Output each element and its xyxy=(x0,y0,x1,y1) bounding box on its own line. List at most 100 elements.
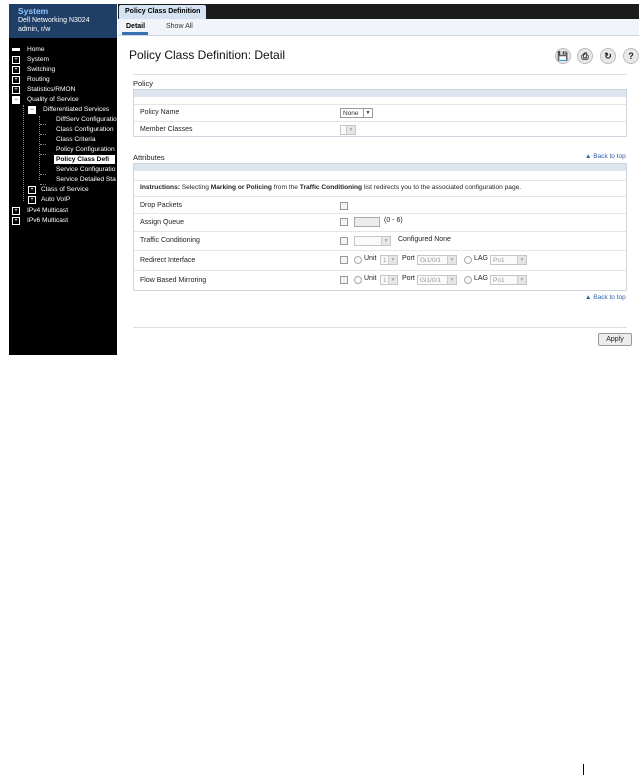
mirroring-port-select[interactable]: Gi1/0/1 ▼ xyxy=(417,275,457,285)
plus-icon: + xyxy=(12,86,20,94)
tree-connector xyxy=(40,124,46,125)
assign-queue-row: Assign Queue (0 - 6) xyxy=(134,213,626,231)
system-header: System Dell Networking N3024 admin, r/w xyxy=(9,4,117,38)
sidebar-item-diffserv-config[interactable]: DiffServ Configuratio xyxy=(56,115,117,124)
tree-connector xyxy=(40,174,46,175)
tree-connector xyxy=(40,144,46,145)
policy-name-label: Policy Name xyxy=(140,109,180,116)
member-classes-select[interactable]: ▼ xyxy=(340,125,356,135)
plus-icon: + xyxy=(12,207,20,215)
tab-policy-class-definition[interactable]: Policy Class Definition xyxy=(119,5,207,19)
chevron-down-icon: ▼ xyxy=(388,256,397,264)
print-icon[interactable]: ⎙ xyxy=(577,48,593,64)
attributes-panel: Instructions: Selecting Marking or Polic… xyxy=(133,163,627,291)
traffic-conditioning-checkbox[interactable] xyxy=(340,237,348,245)
port-label: Port xyxy=(402,275,415,282)
home-icon xyxy=(12,48,20,51)
chevron-down-icon: ▼ xyxy=(517,276,526,284)
redirect-lag-select[interactable]: Po1 ▼ xyxy=(490,255,527,265)
page-edge-mark xyxy=(583,764,584,775)
redirect-unit-port-radio[interactable] xyxy=(354,256,362,264)
policy-section-title: Policy xyxy=(133,79,154,88)
plus-icon: + xyxy=(12,76,20,84)
chevron-down-icon: ▼ xyxy=(381,237,390,245)
plus-icon: + xyxy=(12,66,20,74)
sidebar-item-ipv4-multicast[interactable]: + IPv4 Multicast xyxy=(9,206,117,215)
sidebar-item-diffserv[interactable]: − Differentiated Services xyxy=(25,105,117,114)
sidebar-item-qos[interactable]: − Quality of Service xyxy=(9,95,117,104)
mirroring-checkbox[interactable] xyxy=(340,276,348,284)
tree-connector xyxy=(40,134,46,135)
traffic-conditioning-select[interactable]: ▼ xyxy=(354,236,391,246)
assign-queue-label: Assign Queue xyxy=(140,219,184,226)
mirroring-lag-radio[interactable] xyxy=(464,276,472,284)
divider xyxy=(133,74,627,75)
sidebar-item-routing[interactable]: + Routing xyxy=(9,75,117,84)
user-access: admin, r/w xyxy=(18,26,51,33)
unit-label: Unit xyxy=(364,255,377,262)
redirect-interface-label: Redirect Interface xyxy=(140,257,196,264)
member-classes-row: Member Classes ▼ xyxy=(134,121,626,137)
sidebar-item-policy-class-definition[interactable]: Policy Class Defi xyxy=(54,155,116,164)
plus-icon: + xyxy=(28,196,36,204)
main-content: Policy Class Definition: Detail 💾 ⎙ ↻ ? … xyxy=(118,36,639,356)
assign-queue-checkbox[interactable] xyxy=(340,218,348,226)
page-title: Policy Class Definition: Detail xyxy=(129,48,286,62)
sidebar-item-auto-voip[interactable]: + Auto VoIP xyxy=(25,195,117,204)
lag-label: LAG xyxy=(474,275,489,282)
sub-tab-bar: Detail Show All xyxy=(118,19,639,36)
sidebar-item-class-of-service[interactable]: + Class of Service xyxy=(25,185,117,194)
refresh-icon[interactable]: ↻ xyxy=(600,48,616,64)
member-classes-label: Member Classes xyxy=(140,126,193,133)
configured-status: Configured None xyxy=(398,236,451,243)
panel-header-band xyxy=(134,164,626,171)
chevron-down-icon: ▼ xyxy=(447,256,456,264)
drop-packets-label: Drop Packets xyxy=(140,202,183,209)
subtab-detail[interactable]: Detail xyxy=(126,19,145,35)
sidebar-item-system[interactable]: + System xyxy=(9,55,117,64)
mirroring-unit-port-radio[interactable] xyxy=(354,276,362,284)
assign-queue-input[interactable] xyxy=(354,217,380,227)
back-to-top-link[interactable]: ▲ Back to top xyxy=(585,153,626,160)
unit-label: Unit xyxy=(364,275,377,282)
redirect-interface-checkbox[interactable] xyxy=(340,256,348,264)
plus-icon: + xyxy=(28,186,36,194)
lag-label: LAG xyxy=(474,255,489,262)
redirect-interface-row: Redirect Interface Unit 1 ▼ Port Gi1/0/1… xyxy=(134,250,626,270)
help-icon[interactable]: ? xyxy=(623,48,639,64)
redirect-unit-select[interactable]: 1 ▼ xyxy=(380,255,398,265)
flow-based-mirroring-row: Flow Based Mirroring Unit 1 ▼ Port Gi1/0… xyxy=(134,270,626,291)
tree-connector xyxy=(23,105,24,201)
instructions-row: Instructions: Selecting Marking or Polic… xyxy=(134,180,626,195)
minus-icon: − xyxy=(12,96,20,104)
system-title: System xyxy=(18,6,49,16)
chevron-down-icon: ▼ xyxy=(346,126,355,134)
panel-header-band xyxy=(134,90,626,97)
redirect-lag-radio[interactable] xyxy=(464,256,472,264)
plus-icon: + xyxy=(12,217,20,225)
drop-packets-checkbox[interactable] xyxy=(340,202,348,210)
sidebar-item-service-config[interactable]: Service Configuratio xyxy=(56,165,115,174)
sidebar-item-switching[interactable]: + Switching xyxy=(9,65,117,74)
assign-queue-range: (0 - 6) xyxy=(384,217,403,224)
tab-bar: Policy Class Definition xyxy=(118,4,639,19)
flow-based-mirroring-label: Flow Based Mirroring xyxy=(140,277,207,284)
mirroring-unit-select[interactable]: 1 ▼ xyxy=(380,275,398,285)
sidebar-item-class-criteria[interactable]: Class Criteria xyxy=(56,135,96,144)
sidebar-item-policy-config[interactable]: Policy Configuration xyxy=(56,145,115,154)
sidebar-item-ipv6-multicast[interactable]: + IPv6 Multicast xyxy=(9,216,117,225)
apply-button[interactable]: Apply xyxy=(598,333,632,346)
sidebar-item-statistics[interactable]: + Statistics/RMON xyxy=(9,85,117,94)
minus-icon: − xyxy=(28,106,36,114)
save-icon[interactable]: 💾 xyxy=(555,48,571,64)
chevron-down-icon: ▼ xyxy=(363,109,372,117)
redirect-port-select[interactable]: Gi1/0/1 ▼ xyxy=(417,255,457,265)
sidebar-item-service-detailed-stats[interactable]: Service Detailed Sta xyxy=(56,175,116,184)
policy-name-select[interactable]: None ▼ xyxy=(340,108,373,118)
mirroring-lag-select[interactable]: Po1 ▼ xyxy=(490,275,527,285)
back-to-top-link[interactable]: ▲ Back to top xyxy=(585,294,626,301)
subtab-show-all[interactable]: Show All xyxy=(166,19,193,35)
traffic-conditioning-label: Traffic Conditioning xyxy=(140,237,200,244)
traffic-conditioning-row: Traffic Conditioning ▼ Configured None xyxy=(134,231,626,250)
sidebar-item-class-config[interactable]: Class Configuration xyxy=(56,125,114,134)
